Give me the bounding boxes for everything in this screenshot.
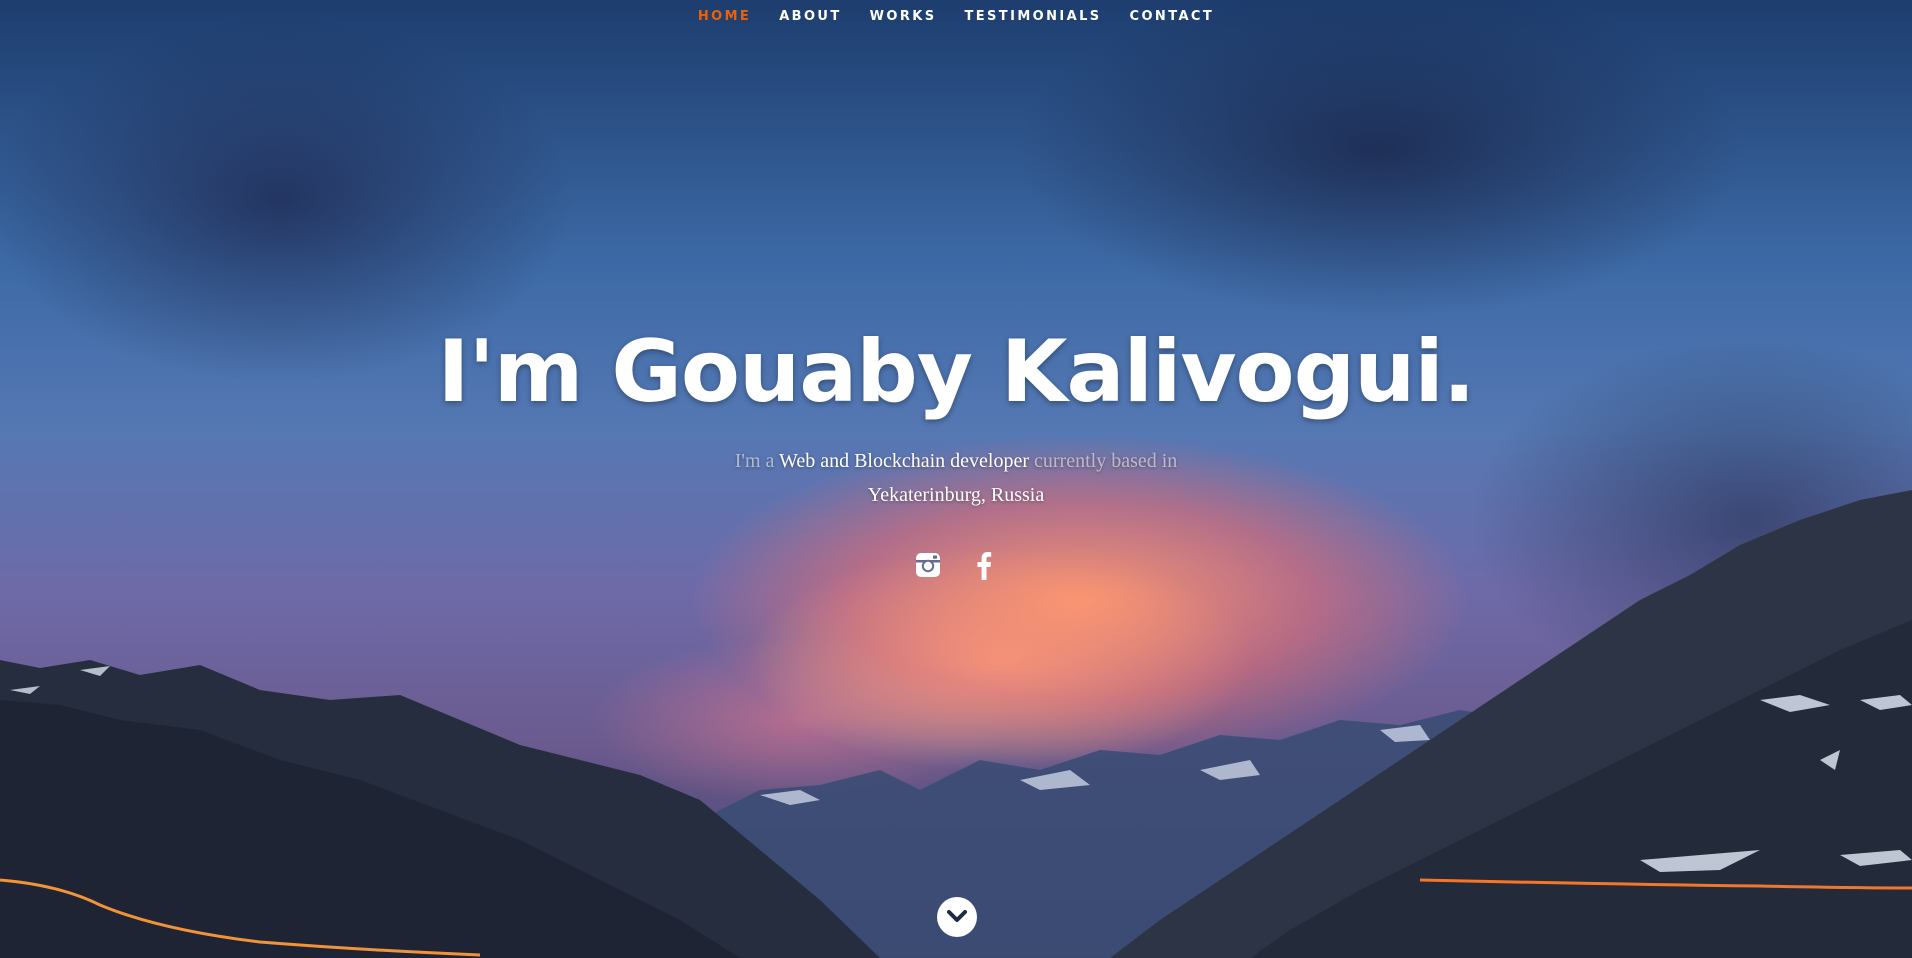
- tagline-text-2: currently based in: [1029, 450, 1178, 472]
- tagline-role: Web and Blockchain developer: [779, 450, 1030, 472]
- nav-item-about[interactable]: ABOUT: [779, 10, 841, 40]
- hero-tagline: I'm a Web and Blockchain developer curre…: [706, 444, 1206, 512]
- instagram-icon[interactable]: [913, 548, 943, 582]
- chevron-down-icon: [947, 910, 967, 922]
- tagline-location: Yekaterinburg, Russia: [867, 484, 1045, 506]
- tagline-text-1: I'm a: [734, 450, 780, 472]
- social-links: [0, 548, 1912, 582]
- nav-item-works[interactable]: WORKS: [870, 10, 937, 40]
- main-nav: HOME ABOUT WORKS TESTIMONIALS CONTACT: [0, 10, 1912, 40]
- scroll-down-button[interactable]: [937, 897, 977, 937]
- nav-item-testimonials[interactable]: TESTIMONIALS: [965, 10, 1102, 40]
- nav-item-home[interactable]: HOME: [698, 10, 751, 40]
- facebook-icon[interactable]: [969, 548, 999, 582]
- hero-headline: I'm Gouaby Kalivogui.: [437, 322, 1475, 422]
- nav-item-contact[interactable]: CONTACT: [1130, 10, 1215, 40]
